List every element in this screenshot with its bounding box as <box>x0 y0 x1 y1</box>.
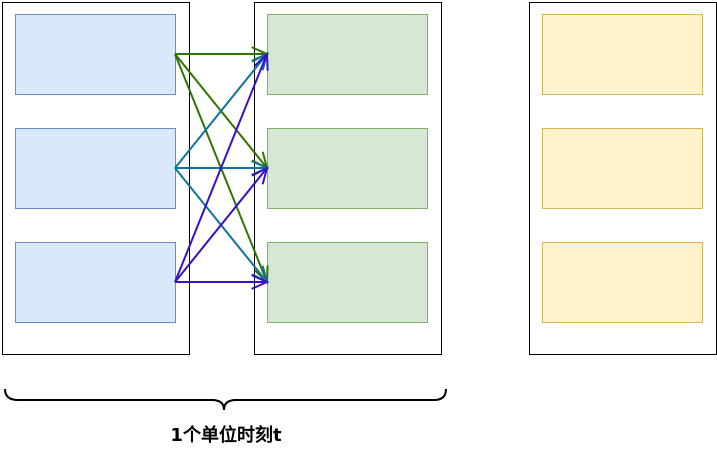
node-right-2 <box>542 128 703 209</box>
time-unit-caption: 1个单位时刻t <box>170 425 282 446</box>
node-left-2 <box>15 128 176 209</box>
node-left-1 <box>15 14 176 95</box>
node-middle-1 <box>267 14 428 95</box>
node-middle-3 <box>267 242 428 323</box>
node-left-3 <box>15 242 176 323</box>
node-right-1 <box>542 14 703 95</box>
network-diagram <box>2 2 717 411</box>
columns-layer <box>2 2 717 355</box>
node-right-3 <box>542 242 703 323</box>
time-span-brace <box>4 388 447 411</box>
node-middle-2 <box>267 128 428 209</box>
